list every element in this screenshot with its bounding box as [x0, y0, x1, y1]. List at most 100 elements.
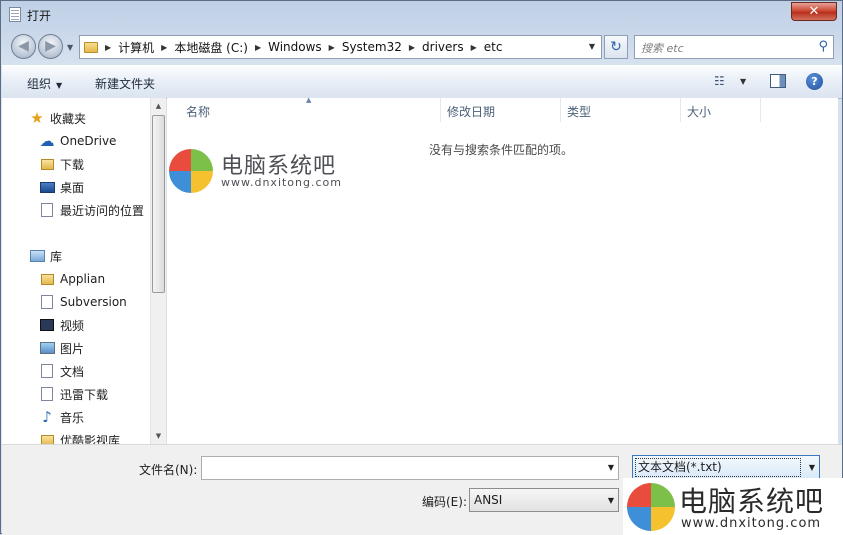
- sidebar-item-documents[interactable]: 文档: [39, 361, 84, 381]
- sidebar-scrollbar[interactable]: ▲ ▼: [150, 98, 166, 444]
- sidebar-item-music[interactable]: ♪ 音乐: [39, 407, 84, 427]
- column-header-name[interactable]: 名称: [186, 103, 210, 120]
- column-header-size[interactable]: 大小: [687, 103, 711, 120]
- back-button[interactable]: ◀: [11, 34, 36, 59]
- sidebar-item-label: 优酷影视库: [60, 433, 121, 445]
- picture-icon: [39, 342, 55, 354]
- video-icon: [40, 319, 54, 331]
- watermark: 电脑系统吧 www.dnxitong.com: [169, 148, 349, 194]
- search-box[interactable]: ⚲: [634, 35, 834, 59]
- column-header-type[interactable]: 类型: [567, 103, 591, 120]
- sidebar-item-label: 收藏夹: [50, 111, 87, 126]
- address-dropdown-icon[interactable]: ▼: [589, 42, 595, 51]
- sidebar-item-favorites[interactable]: ★ 收藏夹: [29, 108, 86, 128]
- sidebar-item-applian[interactable]: Applian: [39, 269, 105, 289]
- folder-icon: [40, 273, 54, 285]
- folder-icon: [40, 434, 54, 444]
- column-divider[interactable]: [560, 98, 561, 122]
- watermark-logo-icon: [627, 483, 675, 531]
- column-divider[interactable]: [440, 98, 441, 122]
- breadcrumb-etc[interactable]: etc: [484, 40, 503, 54]
- column-divider[interactable]: [680, 98, 681, 122]
- sidebar-item-thunder-downloads[interactable]: 迅雷下载: [39, 384, 108, 404]
- organize-button[interactable]: 组织 ▼: [27, 75, 62, 92]
- preview-pane-icon[interactable]: [770, 74, 786, 88]
- desktop-icon: [39, 181, 55, 193]
- view-dropdown-icon[interactable]: ▼: [740, 77, 746, 86]
- cloud-icon: ☁: [39, 132, 55, 150]
- sidebar-item-pictures[interactable]: 图片: [39, 338, 84, 358]
- breadcrumb-local-disk[interactable]: 本地磁盘 (C:): [174, 39, 248, 56]
- empty-folder-message: 没有与搜索条件匹配的项。: [429, 143, 574, 157]
- scroll-thumb[interactable]: [152, 115, 165, 293]
- sidebar-item-subversion[interactable]: Subversion: [39, 292, 127, 312]
- filename-label: 文件名(N):: [139, 463, 198, 477]
- sidebar-item-onedrive[interactable]: ☁ OneDrive: [39, 131, 117, 151]
- new-folder-button[interactable]: 新建文件夹: [95, 75, 155, 92]
- filename-input[interactable]: [205, 460, 599, 478]
- filename-combobox[interactable]: ▼: [201, 456, 619, 480]
- document-icon: [41, 387, 53, 401]
- filename-dropdown-icon[interactable]: ▼: [608, 463, 614, 472]
- chevron-down-icon: ▼: [56, 81, 63, 90]
- column-header-date-modified[interactable]: 修改日期: [447, 103, 495, 120]
- sidebar-item-label: 文档: [60, 364, 85, 379]
- navigation-pane: ★ 收藏夹 ☁ OneDrive 下载 桌面 最近访问的位置 库 Applian: [2, 98, 150, 444]
- refresh-button[interactable]: ↻: [604, 35, 628, 59]
- breadcrumb-separator-icon[interactable]: ▶: [409, 43, 415, 52]
- breadcrumb-separator-icon[interactable]: ▶: [255, 43, 261, 52]
- file-type-value: 文本文档(*.txt): [635, 458, 801, 477]
- sidebar-item-videos[interactable]: 视频: [39, 315, 84, 335]
- sidebar-item-youku-library[interactable]: 优酷影视库: [39, 430, 120, 444]
- open-file-dialog: 打开 ✕ ◀ ▶ ▼ ▶ 计算机 ▶ 本地磁盘 (C:) ▶ Windows ▶ Sys…: [0, 0, 843, 535]
- file-type-dropdown-icon[interactable]: ▼: [809, 463, 815, 472]
- sidebar-item-downloads[interactable]: 下载: [39, 154, 84, 174]
- breadcrumb-separator-icon[interactable]: ▶: [105, 43, 111, 52]
- watermark-corner: 电脑系统吧 www.dnxitong.com: [623, 478, 843, 535]
- search-input[interactable]: [639, 38, 813, 58]
- sidebar-item-label: OneDrive: [60, 134, 117, 148]
- organize-label: 组织: [27, 77, 52, 91]
- document-icon: [41, 364, 53, 378]
- sidebar-item-label: 视频: [60, 318, 85, 333]
- address-bar[interactable]: ▶ 计算机 ▶ 本地磁盘 (C:) ▶ Windows ▶ System32 ▶ driv…: [79, 35, 602, 59]
- watermark-logo-icon: [169, 149, 213, 193]
- breadcrumb-computer[interactable]: 计算机: [118, 39, 154, 56]
- scroll-down-icon[interactable]: ▼: [151, 428, 166, 444]
- breadcrumb-separator-icon[interactable]: ▶: [329, 43, 335, 52]
- file-type-select[interactable]: 文本文档(*.txt) ▼: [632, 455, 820, 480]
- breadcrumb-system32[interactable]: System32: [342, 40, 402, 54]
- navigation-bar: ◀ ▶ ▼ ▶ 计算机 ▶ 本地磁盘 (C:) ▶ Windows ▶ System32…: [1, 31, 843, 63]
- sidebar-item-label: Applian: [60, 272, 106, 286]
- sidebar-item-label: 图片: [60, 341, 85, 356]
- sidebar-item-label: 迅雷下载: [60, 387, 109, 402]
- sidebar-item-libraries[interactable]: 库: [29, 246, 62, 266]
- help-icon[interactable]: ?: [806, 73, 823, 90]
- music-icon: ♪: [42, 408, 52, 426]
- notepad-icon: [9, 7, 21, 22]
- sidebar-item-desktop[interactable]: 桌面: [39, 177, 84, 197]
- view-options-icon[interactable]: ☷: [714, 74, 725, 88]
- scroll-up-icon[interactable]: ▲: [151, 98, 166, 114]
- sidebar-item-label: Subversion: [60, 295, 127, 309]
- column-divider[interactable]: [760, 98, 761, 122]
- breadcrumb-drivers[interactable]: drivers: [422, 40, 464, 54]
- search-icon[interactable]: ⚲: [818, 39, 828, 54]
- folder-icon: [84, 41, 98, 53]
- sidebar-item-label: 最近访问的位置: [60, 203, 145, 218]
- breadcrumb-separator-icon[interactable]: ▶: [471, 43, 477, 52]
- library-icon: [29, 250, 45, 262]
- encoding-value: ANSI: [474, 493, 503, 507]
- breadcrumb-windows[interactable]: Windows: [268, 40, 322, 54]
- sort-ascending-icon: ▲: [306, 96, 312, 104]
- encoding-dropdown-icon[interactable]: ▼: [608, 496, 614, 505]
- sidebar-item-label: 桌面: [60, 180, 85, 195]
- watermark-url: www.dnxitong.com: [681, 516, 822, 531]
- breadcrumb-separator-icon[interactable]: ▶: [161, 43, 167, 52]
- encoding-select[interactable]: ANSI ▼: [469, 488, 619, 512]
- forward-button[interactable]: ▶: [38, 34, 63, 59]
- sidebar-item-recent-places[interactable]: 最近访问的位置: [39, 200, 144, 220]
- watermark-title: 电脑系统吧: [679, 485, 825, 518]
- close-button[interactable]: ✕: [791, 2, 837, 21]
- recent-pages-arrow-icon[interactable]: ▼: [67, 43, 73, 52]
